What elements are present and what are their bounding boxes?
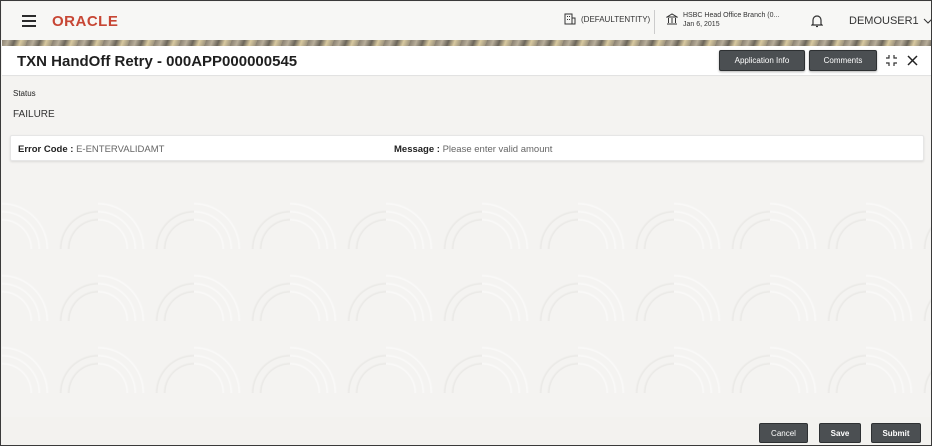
error-code-value: E-ENTERVALIDAMT (76, 144, 165, 155)
content-area: Status FAILURE Error Code : E-ENTERVALID… (2, 77, 931, 177)
message-label: Message : (394, 144, 440, 155)
message-value: Please enter valid amount (442, 144, 553, 155)
application-info-button[interactable]: Application Info (719, 50, 805, 71)
entity-selector[interactable]: (DEFAULTENTITY) (564, 13, 650, 25)
submit-button[interactable]: Submit (871, 423, 921, 443)
bank-icon (666, 13, 678, 25)
comments-button[interactable]: Comments (809, 50, 877, 71)
message-field: Message : Please enter valid amount (394, 144, 552, 155)
header-divider (654, 10, 655, 34)
app-window: ORACLE (DEFAULTENTITY) HSBC Head Office … (0, 0, 932, 446)
user-name: DEMOUSER1 (849, 15, 919, 27)
cancel-button[interactable]: Cancel (759, 423, 808, 443)
error-code-label: Error Code : (18, 144, 74, 155)
branch-name: HSBC Head Office Branch (0... (683, 12, 780, 19)
branch-selector[interactable]: HSBC Head Office Branch (0... Jan 6, 201… (666, 11, 779, 29)
user-menu[interactable]: DEMOUSER1 (849, 15, 931, 27)
background-pattern (2, 177, 931, 417)
maximize-icon[interactable] (885, 54, 898, 67)
save-button[interactable]: Save (819, 423, 861, 443)
error-card: Error Code : E-ENTERVALIDAMT Message : P… (10, 135, 924, 161)
footer-bar: Cancel Save Submit (2, 419, 931, 445)
branch-date: Jan 6, 2015 (683, 21, 720, 28)
chevron-down-icon (923, 18, 931, 24)
hamburger-menu-icon[interactable] (22, 15, 36, 27)
status-value: FAILURE (13, 109, 55, 120)
entity-label: (DEFAULTENTITY) (581, 14, 651, 24)
building-icon (564, 13, 576, 25)
notification-bell-icon[interactable] (811, 14, 823, 28)
top-header: ORACLE (DEFAULTENTITY) HSBC Head Office … (2, 2, 931, 40)
error-code-field: Error Code : E-ENTERVALIDAMT (18, 144, 164, 155)
page-title: TXN HandOff Retry - 000APP000000545 (17, 53, 298, 70)
close-icon[interactable] (907, 55, 918, 66)
oracle-logo: ORACLE (52, 13, 119, 30)
status-label: Status (13, 89, 36, 98)
title-bar: TXN HandOff Retry - 000APP000000545 Appl… (2, 46, 931, 76)
